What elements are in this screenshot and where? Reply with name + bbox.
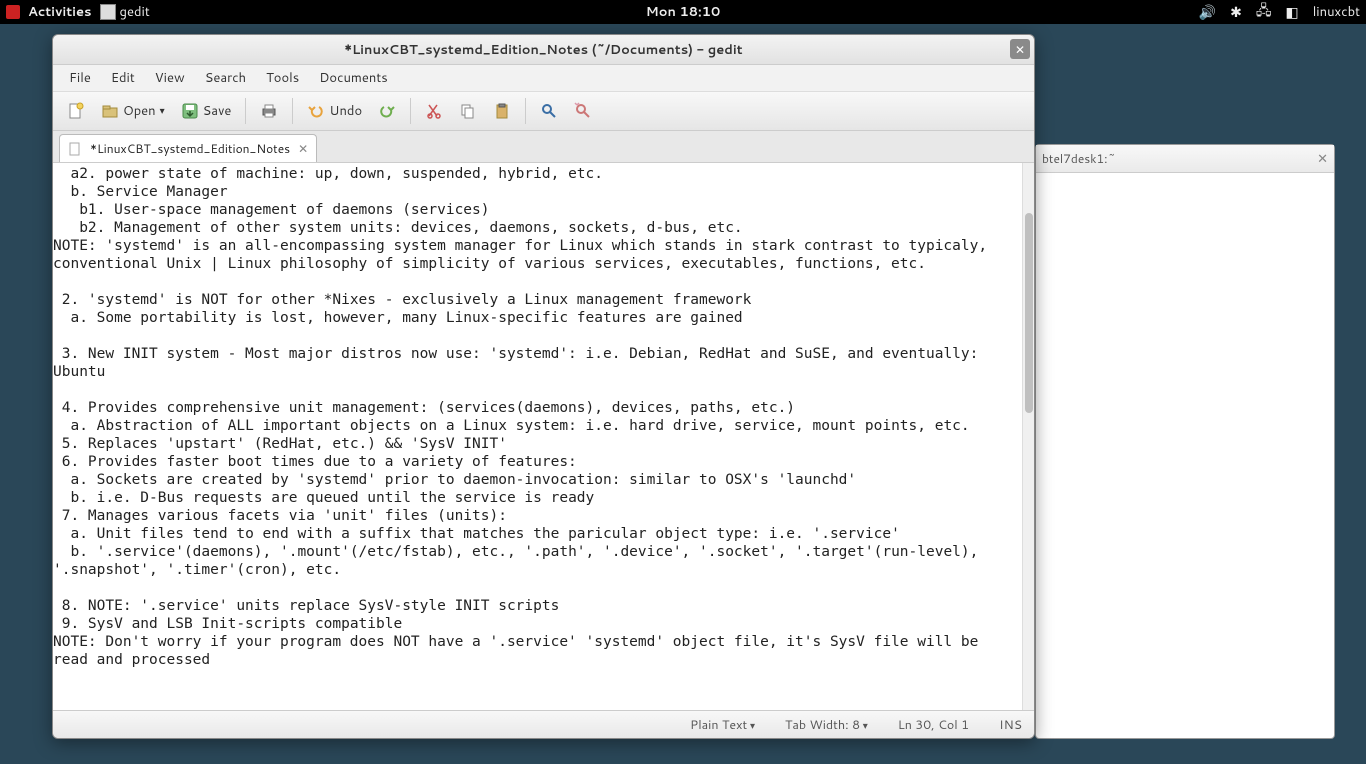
copy-icon — [459, 102, 477, 120]
print-icon — [260, 102, 278, 120]
new-file-icon — [67, 102, 85, 120]
tabbar: *LinuxCBT_systemd_Edition_Notes ✕ — [53, 131, 1034, 163]
undo-icon — [307, 102, 325, 120]
clock[interactable]: Mon 18:10 — [646, 3, 721, 21]
statusbar: Plain Text Tab Width: 8 Ln 30, Col 1 INS — [53, 710, 1034, 738]
redo-button[interactable] — [372, 97, 402, 125]
window-title: *LinuxCBT_systemd_Edition_Notes (~/Docum… — [344, 41, 742, 59]
find-replace-button[interactable] — [568, 97, 598, 125]
open-icon — [101, 102, 119, 120]
print-button[interactable] — [254, 97, 284, 125]
user-menu-icon[interactable]: ◧ — [1285, 2, 1298, 22]
toolbar-separator — [410, 98, 411, 124]
paste-button[interactable] — [487, 97, 517, 125]
cut-button[interactable] — [419, 97, 449, 125]
save-icon — [181, 102, 199, 120]
document-tab[interactable]: *LinuxCBT_systemd_Edition_Notes ✕ — [59, 134, 317, 162]
undo-label: Undo — [329, 102, 362, 120]
menu-documents[interactable]: Documents — [311, 67, 396, 89]
cursor-position: Ln 30, Col 1 — [898, 716, 969, 734]
editor-text[interactable]: a2. power state of machine: up, down, su… — [53, 163, 1022, 710]
toolbar-separator — [292, 98, 293, 124]
open-label: Open — [123, 102, 156, 120]
user-label[interactable]: linuxcbt — [1313, 3, 1360, 21]
tabwidth-selector[interactable]: Tab Width: 8 — [785, 716, 868, 734]
terminal-titlebar[interactable]: btel7desk1:~ ✕ — [1036, 145, 1334, 173]
undo-button[interactable]: Undo — [301, 97, 368, 125]
taskbar-gedit[interactable]: gedit — [100, 3, 150, 21]
paste-icon — [493, 102, 511, 120]
network-icon[interactable]: 🖧 — [1256, 0, 1272, 24]
desktop: btel7desk1:~ ✕ *LinuxCBT_systemd_Edition… — [0, 24, 1366, 764]
menu-view[interactable]: View — [147, 67, 193, 89]
toolbar: Open ▾ Save Undo — [53, 91, 1034, 131]
bluetooth-icon[interactable]: ✱ — [1230, 2, 1242, 22]
menubar: File Edit View Search Tools Documents — [53, 65, 1034, 91]
tab-label: *LinuxCBT_systemd_Edition_Notes — [90, 140, 290, 157]
menu-file[interactable]: File — [61, 67, 99, 89]
menu-edit[interactable]: Edit — [103, 67, 143, 89]
tab-close-icon[interactable]: ✕ — [298, 140, 308, 157]
toolbar-separator — [525, 98, 526, 124]
volume-icon[interactable]: 🔊 — [1199, 2, 1216, 22]
document-icon — [68, 142, 82, 156]
close-button[interactable]: ✕ — [1010, 39, 1030, 59]
gedit-window: *LinuxCBT_systemd_Edition_Notes (~/Docum… — [52, 34, 1035, 739]
gnome-topbar: Activities gedit Mon 18:10 🔊 ✱ 🖧 ◧ linux… — [0, 0, 1366, 24]
terminal-title: btel7desk1:~ — [1042, 150, 1317, 167]
save-label: Save — [203, 102, 232, 120]
new-button[interactable] — [61, 97, 91, 125]
menu-search[interactable]: Search — [197, 67, 254, 89]
terminal-close-icon[interactable]: ✕ — [1317, 150, 1328, 168]
redo-icon — [378, 102, 396, 120]
scrollbar-thumb[interactable] — [1025, 213, 1033, 413]
cut-icon — [425, 102, 443, 120]
toolbar-separator — [245, 98, 246, 124]
menu-tools[interactable]: Tools — [258, 67, 307, 89]
insert-mode: INS — [999, 716, 1022, 734]
save-button[interactable]: Save — [175, 97, 238, 125]
syntax-selector[interactable]: Plain Text — [690, 716, 755, 734]
gedit-app-icon — [100, 4, 116, 20]
chevron-down-icon: ▾ — [160, 104, 165, 118]
terminal-window[interactable]: btel7desk1:~ ✕ — [1035, 144, 1335, 739]
find-button[interactable] — [534, 97, 564, 125]
search-icon — [540, 102, 558, 120]
copy-button[interactable] — [453, 97, 483, 125]
vertical-scrollbar[interactable] — [1022, 163, 1034, 710]
editor-area: a2. power state of machine: up, down, su… — [53, 163, 1034, 710]
activities-icon — [6, 5, 20, 19]
open-button[interactable]: Open ▾ — [95, 97, 171, 125]
close-icon: ✕ — [1015, 41, 1025, 58]
gedit-titlebar[interactable]: *LinuxCBT_systemd_Edition_Notes (~/Docum… — [53, 35, 1034, 65]
find-replace-icon — [574, 102, 592, 120]
activities-button[interactable]: Activities — [28, 3, 92, 21]
taskbar-gedit-label: gedit — [120, 3, 150, 21]
